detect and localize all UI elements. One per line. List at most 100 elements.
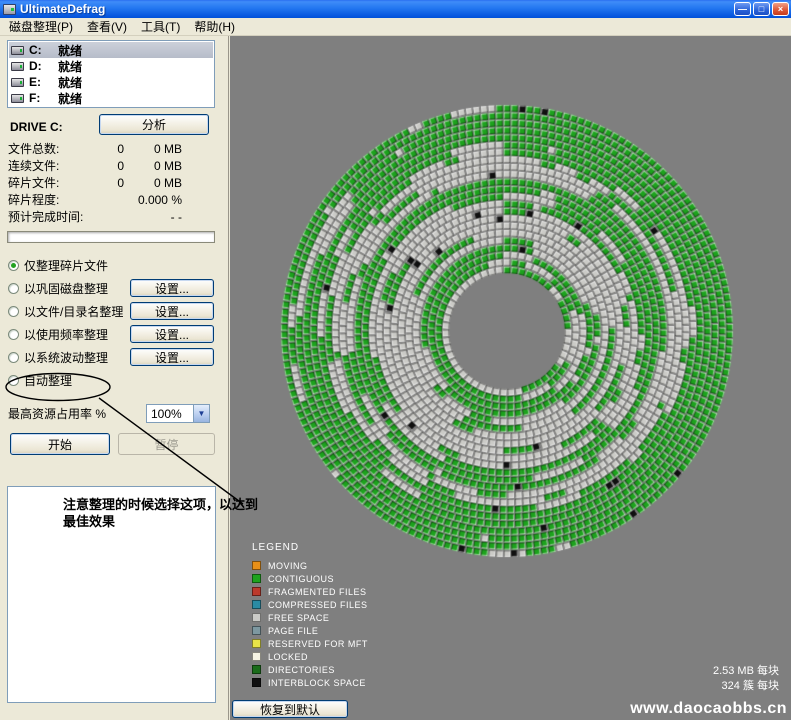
drive-status: 就绪 <box>58 42 82 59</box>
resource-usage-select[interactable]: 100% ▼ <box>146 404 210 423</box>
app-window: UltimateDefrag — □ × 磁盘整理(P)查看(V)工具(T)帮助… <box>0 0 791 720</box>
legend-label: COMPRESSED FILES <box>268 600 368 610</box>
radio-icon[interactable] <box>8 352 19 363</box>
drive-list: C:就绪D:就绪E:就绪F:就绪 <box>7 40 215 108</box>
radio-option-5[interactable]: 自动整理 <box>8 372 72 389</box>
legend-swatch <box>252 561 261 570</box>
menu-item-3[interactable]: 帮助(H) <box>187 17 242 36</box>
stat-label: 连续文件: <box>8 157 104 174</box>
analyze-button[interactable]: 分析 <box>99 114 209 135</box>
stat-row: 碎片程度: 0.000 % <box>8 191 218 208</box>
drive-icon <box>11 94 24 103</box>
legend-swatch <box>252 600 261 609</box>
chevron-down-icon[interactable]: ▼ <box>193 405 209 422</box>
legend-label: DIRECTORIES <box>268 665 335 675</box>
stat-count-value: 0 <box>104 176 124 190</box>
defrag-options: 仅整理碎片文件以巩固磁盘整理设置...以文件/目录名整理设置...以使用频率整理… <box>0 254 229 392</box>
block-info: 2.53 MB 每块 324 簇 每块 <box>713 664 779 694</box>
drive-label: DRIVE C: <box>10 120 63 134</box>
drive-status: 就绪 <box>58 90 82 107</box>
radio-icon[interactable] <box>8 306 19 317</box>
stat-count-value: 0 <box>104 159 124 173</box>
cluster-size-text: 324 簇 每块 <box>713 679 779 694</box>
settings-button-2[interactable]: 设置... <box>130 302 214 320</box>
legend-swatch <box>252 613 261 622</box>
drive-letter: C: <box>29 43 53 57</box>
radio-option-row-0: 仅整理碎片文件 <box>0 254 229 277</box>
title-bar: UltimateDefrag — □ × <box>0 0 791 18</box>
watermark: www.daocaobbs.cn <box>630 700 787 718</box>
legend-swatch <box>252 574 261 583</box>
drive-row-d[interactable]: D: 就绪 <box>9 58 213 74</box>
drive-row-e[interactable]: E:就绪 <box>9 74 213 90</box>
radio-option-row-2: 以文件/目录名整理设置... <box>0 300 229 323</box>
drive-status: 就绪 <box>58 74 82 91</box>
menu-item-0[interactable]: 磁盘整理(P) <box>2 17 80 36</box>
legend-item: PAGE FILE <box>252 624 368 637</box>
menu-item-1[interactable]: 查看(V) <box>80 17 134 36</box>
progress-bar <box>7 231 215 243</box>
window-controls: — □ × <box>734 2 789 16</box>
stat-size-value: 0 MB <box>124 176 182 190</box>
legend-label: LOCKED <box>268 652 308 662</box>
radio-icon[interactable] <box>8 375 19 386</box>
legend-swatch <box>252 587 261 596</box>
legend-label: RESERVED FOR MFT <box>268 639 368 649</box>
stat-row: 碎片文件:00 MB <box>8 174 218 191</box>
radio-icon[interactable] <box>8 260 19 271</box>
left-panel: C:就绪D:就绪E:就绪F:就绪 DRIVE C: 分析 文件总数:00 MB连… <box>0 36 229 720</box>
legend-item: FRAGMENTED FILES <box>252 585 368 598</box>
radio-option-row-5: 自动整理 <box>0 369 229 392</box>
start-button[interactable]: 开始 <box>10 433 110 455</box>
maximize-icon[interactable]: □ <box>753 2 770 16</box>
drive-stats: 文件总数:00 MB连续文件:00 MB碎片文件:00 MB碎片程度:0.000… <box>8 140 218 225</box>
legend-label: MOVING <box>268 561 308 571</box>
stat-label: 碎片文件: <box>8 174 104 191</box>
stat-row: 连续文件:00 MB <box>8 157 218 174</box>
menu-item-2[interactable]: 工具(T) <box>134 17 187 36</box>
stat-label: 预计完成时间: <box>8 208 104 225</box>
legend-item: FREE SPACE <box>252 611 368 624</box>
drive-icon <box>11 62 24 71</box>
stat-row: 预计完成时间:- - <box>8 208 218 225</box>
reset-default-button[interactable]: 恢复到默认 <box>232 700 348 718</box>
radio-icon[interactable] <box>8 283 19 294</box>
radio-label: 以使用频率整理 <box>24 326 108 343</box>
stat-label: 文件总数: <box>8 140 104 157</box>
close-icon[interactable]: × <box>772 2 789 16</box>
action-row: 开始 暂停 <box>0 433 229 457</box>
legend-swatch <box>252 652 261 661</box>
radio-option-row-4: 以系统波动整理 设置... <box>0 346 229 369</box>
resource-usage-row: 最高资源占用率 % 100% ▼ <box>8 404 220 423</box>
stat-label: 碎片程度: <box>8 191 104 208</box>
settings-button-1[interactable]: 设置... <box>130 279 214 297</box>
legend-swatch <box>252 639 261 648</box>
drive-icon <box>11 78 24 87</box>
legend-swatch <box>252 678 261 687</box>
drive-letter: F: <box>29 91 53 105</box>
radio-label: 自动整理 <box>24 372 72 389</box>
radio-option-1[interactable]: 以巩固磁盘整理 <box>8 280 108 297</box>
stat-size-value: 0 MB <box>124 142 182 156</box>
radio-option-4[interactable]: 以系统波动整理 <box>8 349 108 366</box>
legend-item: CONTIGUOUS <box>252 572 368 585</box>
legend-label: CONTIGUOUS <box>268 574 334 584</box>
radio-option-0[interactable]: 仅整理碎片文件 <box>8 257 108 274</box>
legend-label: INTERBLOCK SPACE <box>268 678 366 688</box>
drive-status: 就绪 <box>58 58 82 75</box>
drive-row-f[interactable]: F: 就绪 <box>9 90 213 106</box>
legend-item: DIRECTORIES <box>252 663 368 676</box>
stat-size-value: 0.000 % <box>124 193 182 207</box>
radio-icon[interactable] <box>8 329 19 340</box>
settings-button-3[interactable]: 设置... <box>130 325 214 343</box>
legend-item: RESERVED FOR MFT <box>252 637 368 650</box>
radio-option-2[interactable]: 以文件/目录名整理 <box>8 303 123 320</box>
settings-button-4[interactable]: 设置... <box>130 348 214 366</box>
legend-item: MOVING <box>252 559 368 572</box>
drive-row-c[interactable]: C: 就绪 <box>9 42 213 58</box>
radio-option-3[interactable]: 以使用频率整理 <box>8 326 108 343</box>
minimize-icon[interactable]: — <box>734 2 751 16</box>
radio-label: 以文件/目录名整理 <box>24 303 123 320</box>
stat-count-value: 0 <box>104 142 124 156</box>
drive-letter: D: <box>29 59 53 73</box>
